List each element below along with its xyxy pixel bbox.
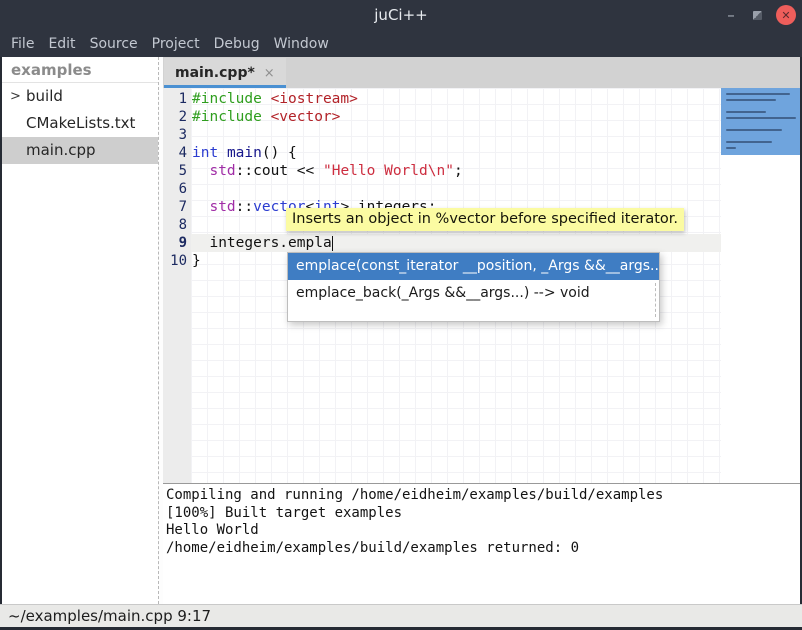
file-label: CMakeLists.txt xyxy=(26,110,135,137)
minimap-line xyxy=(726,141,772,143)
token-header: <iostream> xyxy=(271,91,358,107)
status-bar: ~/examples/main.cpp 9:17 xyxy=(0,604,802,627)
code-line-4: int main() { xyxy=(192,144,297,162)
autocomplete-popup: emplace(const_iterator __position, _Args… xyxy=(287,252,660,322)
tab-label: main.cpp* xyxy=(175,65,255,81)
token-plain xyxy=(192,199,209,215)
project-name-header: examples xyxy=(2,57,158,83)
restore-icon[interactable] xyxy=(753,11,762,20)
menu-item-debug[interactable]: Debug xyxy=(214,36,260,52)
window-controls: – ✕ xyxy=(723,0,796,30)
line-number: 5 xyxy=(163,162,187,180)
tab-bar: main.cpp* × xyxy=(163,57,800,88)
token-header: <vector> xyxy=(271,109,341,125)
autocomplete-item[interactable]: emplace_back(_Args &&__args...) --> void xyxy=(288,280,659,307)
code-line-9: integers.empla xyxy=(192,234,333,252)
minimap-line xyxy=(726,147,736,149)
file-tree: >buildCMakeLists.txtmain.cpp xyxy=(2,83,158,164)
menu-bar: File Edit Source Project Debug Window xyxy=(0,30,802,57)
line-number: 9 xyxy=(163,234,187,252)
token-string: "Hello World\n" xyxy=(323,163,454,179)
output-line: /home/eidheim/examples/build/examples re… xyxy=(166,540,800,558)
output-line: Compiling and running /home/eidheim/exam… xyxy=(166,487,800,505)
status-file-position: ~/examples/main.cpp 9:17 xyxy=(8,607,211,625)
menu-item-project[interactable]: Project xyxy=(152,36,200,52)
sidebar-item-main-cpp[interactable]: main.cpp xyxy=(2,137,158,164)
text-cursor xyxy=(332,236,333,251)
minimap[interactable] xyxy=(721,88,800,483)
token-function: main xyxy=(227,145,262,161)
minimize-button[interactable]: – xyxy=(723,6,739,24)
code-line-1: #include <iostream> xyxy=(192,90,358,108)
file-tree-panel: examples >buildCMakeLists.txtmain.cpp xyxy=(2,57,158,604)
minimap-line xyxy=(726,117,796,119)
menu-item-window[interactable]: Window xyxy=(274,36,329,52)
token-plain: } xyxy=(192,253,201,269)
tab-main-cpp[interactable]: main.cpp* × xyxy=(164,58,286,88)
token-namespace: std xyxy=(209,199,235,215)
line-number-gutter: 12345678910 xyxy=(163,88,191,483)
token-keyword: int xyxy=(192,145,218,161)
sidebar-item-cmakelists-txt[interactable]: CMakeLists.txt xyxy=(2,110,158,137)
line-number: 8 xyxy=(163,216,187,234)
title-bar: juCi++ – ✕ xyxy=(0,0,802,30)
file-label: main.cpp xyxy=(26,137,96,164)
token-plain xyxy=(218,145,227,161)
minimap-line xyxy=(726,99,776,101)
token-plain xyxy=(192,163,209,179)
token-plain: () { xyxy=(262,145,297,161)
window-title: juCi++ xyxy=(0,0,802,30)
token-plain: integers.empla xyxy=(192,235,332,251)
chevron-right-icon[interactable]: > xyxy=(10,83,21,110)
token-namespace: std xyxy=(209,163,235,179)
line-number: 1 xyxy=(163,90,187,108)
menu-item-edit[interactable]: Edit xyxy=(48,36,75,52)
code-line-5: std::cout << "Hello World\n"; xyxy=(192,162,463,180)
token-plain: ; xyxy=(454,163,463,179)
menu-item-source[interactable]: Source xyxy=(90,36,138,52)
menu-item-file[interactable]: File xyxy=(11,36,34,52)
file-label: build xyxy=(26,83,63,110)
close-button[interactable]: ✕ xyxy=(776,5,796,25)
line-number: 4 xyxy=(163,144,187,162)
line-number: 7 xyxy=(163,198,187,216)
token-plain: ::cout << xyxy=(236,163,323,179)
token-plain: :: xyxy=(236,199,253,215)
token-preproc: #include xyxy=(192,91,271,107)
build-output-panel: Compiling and running /home/eidheim/exam… xyxy=(163,483,800,604)
code-line-10: } xyxy=(192,252,201,270)
line-number: 3 xyxy=(163,126,187,144)
line-number: 6 xyxy=(163,180,187,198)
autocomplete-item[interactable]: emplace(const_iterator __position, _Args… xyxy=(288,253,659,280)
code-line-2: #include <vector> xyxy=(192,108,340,126)
sidebar-item-build[interactable]: >build xyxy=(2,83,158,110)
line-number: 2 xyxy=(163,108,187,126)
line-number: 10 xyxy=(163,252,187,270)
minimap-line xyxy=(726,93,790,95)
app-window: juCi++ – ✕ File Edit Source Project Debug Win… xyxy=(0,0,802,630)
output-line: [100%] Built target examples xyxy=(166,505,800,523)
doc-tooltip: Inserts an object in %vector before spec… xyxy=(286,208,684,231)
tab-close-icon[interactable]: × xyxy=(264,66,275,81)
minimap-line xyxy=(726,129,782,131)
token-preproc: #include xyxy=(192,109,271,125)
output-line: Hello World xyxy=(166,522,800,540)
minimap-line xyxy=(726,111,766,113)
